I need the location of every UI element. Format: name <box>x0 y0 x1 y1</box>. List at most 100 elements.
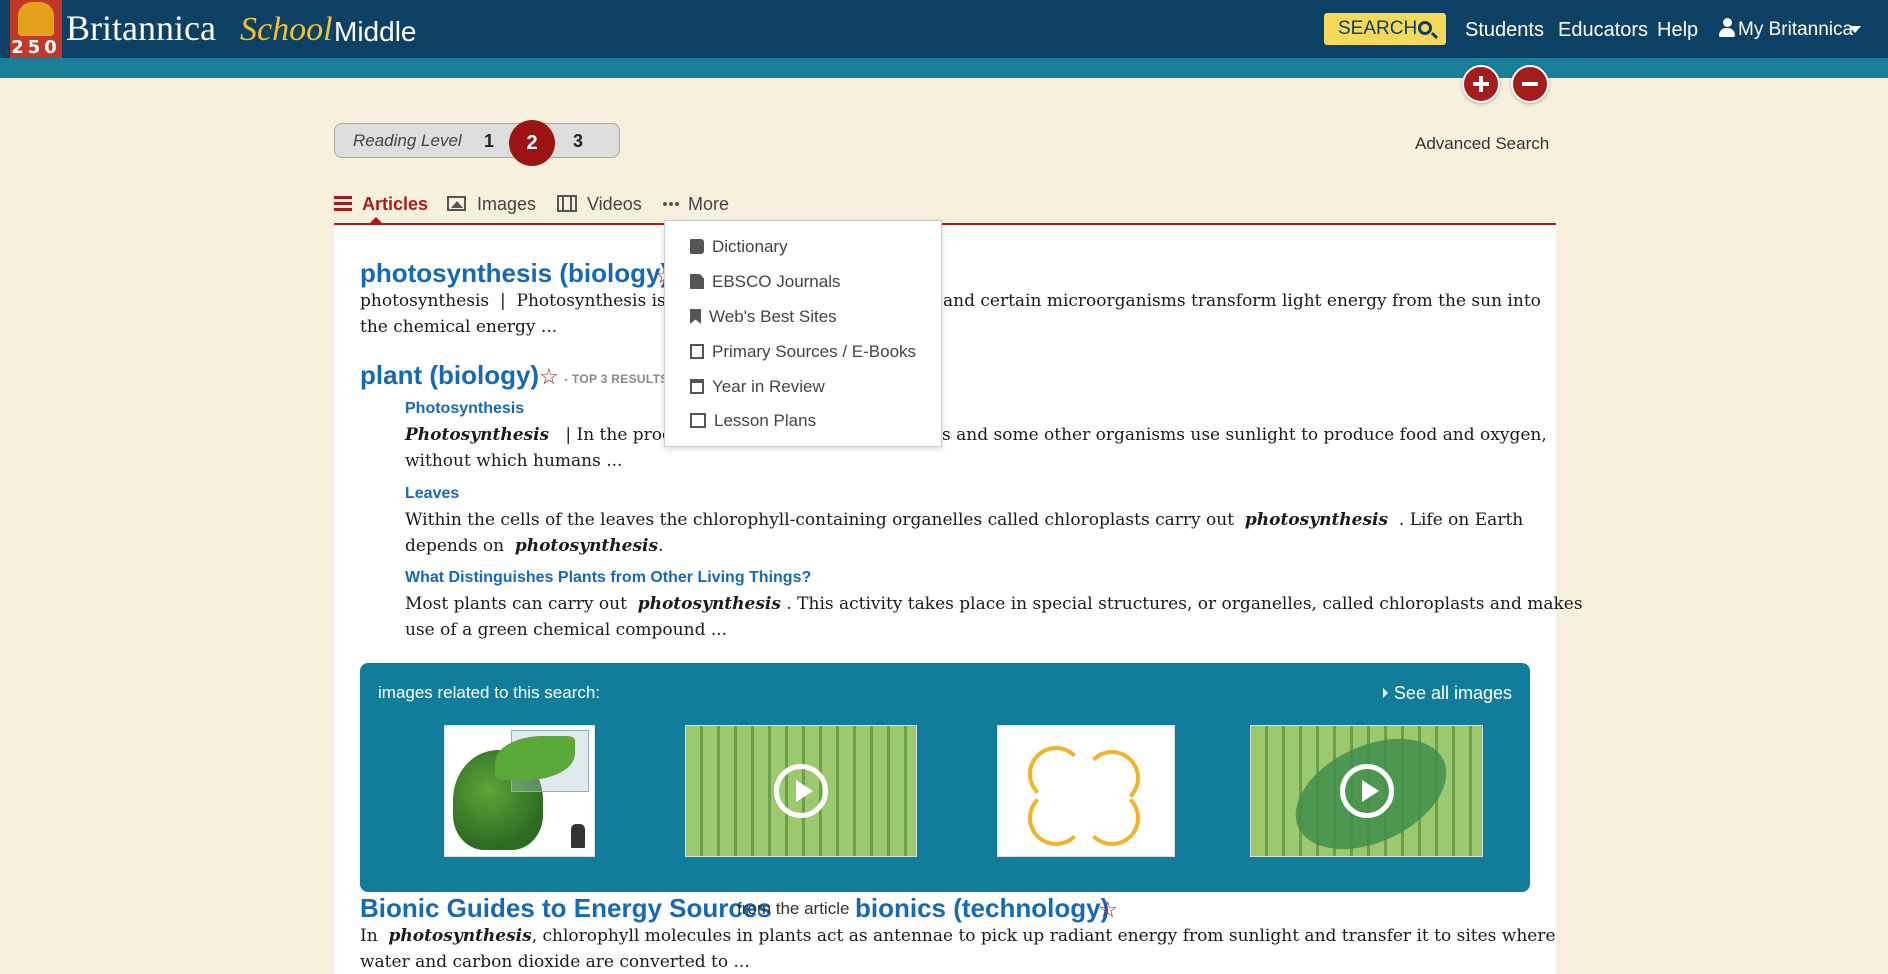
search-icon <box>1418 21 1432 35</box>
reading-level-selector: Reading Level 1 2 3 <box>334 120 620 166</box>
play-icon <box>1339 764 1394 818</box>
image-thumbnail-photosynthesis-diagram[interactable] <box>444 725 595 857</box>
tree-logo-icon <box>18 2 54 36</box>
menu-item-label: Year in Review <box>712 377 825 396</box>
snippet-text: depends on <box>405 536 505 556</box>
star-icon[interactable]: ☆ <box>1098 899 1118 921</box>
list-icon <box>334 196 352 212</box>
reading-level-2-selected[interactable]: 2 <box>509 120 555 166</box>
zoom-in-button[interactable] <box>1462 65 1500 103</box>
subresult-title-photosynthesis[interactable]: Photosynthesis <box>405 400 524 418</box>
people-silhouette <box>571 824 585 848</box>
lesson-plans-icon <box>690 413 706 428</box>
subresult-snippet-line-1: Photosynthesis | In the proces <box>405 422 690 448</box>
britannica-250-logo[interactable]: 250 <box>10 0 62 58</box>
nav-students[interactable]: Students <box>1465 17 1544 43</box>
result-title-photosynthesis[interactable]: photosynthesis (biology) <box>360 257 669 289</box>
video-thumbnail-leaf-cells[interactable] <box>685 725 917 857</box>
snippet-text: , chlorophyll molecules in plants act as… <box>531 926 1556 946</box>
menu-item-label: EBSCO Journals <box>712 272 841 291</box>
reading-level-3[interactable]: 3 <box>573 131 583 152</box>
header-accent-strip <box>0 58 1888 78</box>
tab-articles[interactable]: Articles <box>362 193 428 215</box>
edit-icon <box>690 344 704 359</box>
reading-level-label: Reading Level <box>353 131 462 150</box>
minus-icon <box>1522 82 1538 86</box>
menu-item-ebsco-journals[interactable]: EBSCO Journals <box>690 270 841 294</box>
top-results-note: - TOP 3 RESULTS. <box>564 372 673 386</box>
tab-videos[interactable]: Videos <box>587 193 642 215</box>
snippet-text: Within the cells of the leaves the chlor… <box>405 510 1235 530</box>
related-images-label: images related to this search: <box>378 683 601 702</box>
tab-images[interactable]: Images <box>477 193 536 215</box>
article-link-bionics[interactable]: bionics (technology) <box>855 892 1109 924</box>
cycle-arrow <box>1028 790 1084 846</box>
reading-level-1[interactable]: 1 <box>484 131 494 152</box>
subresult-leaves-line-1: Within the cells of the leaves the chlor… <box>405 507 1523 533</box>
menu-item-lesson-plans[interactable]: Lesson Plans <box>690 409 816 433</box>
result-snippet-line-2: the chemical energy ... <box>360 317 558 337</box>
related-images-panel: images related to this search: See all i… <box>360 663 1530 892</box>
subresult-title-plants-living-things[interactable]: What Distinguishes Plants from Other Liv… <box>405 569 811 587</box>
highlight-term: photosynthesis <box>1244 510 1389 530</box>
film-icon <box>557 195 577 212</box>
highlight-term: photosynthesis <box>514 536 659 556</box>
snippet-separator: | <box>499 291 506 311</box>
result-snippet-line-1b: and certain microorganisms transform lig… <box>943 291 1541 311</box>
search-button[interactable]: SEARCH <box>1324 13 1446 45</box>
document-icon <box>690 274 704 289</box>
snippet-text: . This activity takes place in special s… <box>786 594 1583 614</box>
tab-more[interactable]: More <box>688 193 729 215</box>
brand-name[interactable]: Britannica <box>66 8 216 48</box>
school-level: Middle <box>334 16 417 47</box>
bookmark-icon <box>690 309 701 324</box>
highlight-term: photosynthesis <box>388 926 532 946</box>
video-thumbnail-chloroplast[interactable] <box>1250 725 1483 857</box>
book-icon <box>690 239 704 254</box>
snippet-text: Most plants can carry out <box>405 594 627 614</box>
subresult-snippet-line-2: without which humans ... <box>405 451 623 471</box>
result-bionic-line-1: In photosynthesis, chlorophyll molecules… <box>360 923 1556 949</box>
image-thumbnail-calvin-cycle[interactable] <box>997 725 1175 857</box>
nav-my-britannica[interactable]: My Britannica <box>1738 17 1853 43</box>
from-the-article-label: from the article <box>737 899 850 918</box>
plus-icon-vertical <box>1479 76 1483 92</box>
menu-item-label: Primary Sources / E-Books <box>712 342 917 361</box>
chevron-down-icon[interactable] <box>1849 26 1861 33</box>
result-snippet-line-1: photosynthesis | Photosynthesis is <box>360 288 666 314</box>
brand-school[interactable]: School <box>240 10 333 50</box>
highlight-term: Photosynthesis <box>405 425 550 445</box>
nav-educators[interactable]: Educators <box>1558 17 1648 43</box>
user-icon <box>1719 18 1735 38</box>
menu-item-year-in-review[interactable]: Year in Review <box>690 375 825 399</box>
see-all-images-link[interactable]: See all images <box>1382 683 1512 704</box>
subresult-plants-line-2: use of a green chemical compound ... <box>405 620 728 640</box>
subresult-snippet-line-1b: s and some other organisms use sunlight … <box>942 425 1547 445</box>
search-button-label: SEARCH <box>1338 18 1418 39</box>
menu-item-webs-best-sites[interactable]: Web's Best Sites <box>690 305 837 329</box>
play-icon <box>774 764 828 818</box>
subresult-title-leaves[interactable]: Leaves <box>405 485 459 503</box>
nav-help[interactable]: Help <box>1657 17 1698 43</box>
subresult-leaves-line-2: depends on photosynthesis. <box>405 533 663 559</box>
highlight-term: photosynthesis <box>637 594 781 614</box>
menu-item-primary-sources[interactable]: Primary Sources / E-Books <box>690 340 916 364</box>
snippet-prefix: photosynthesis <box>360 291 490 311</box>
snippet-text: . Life on Earth <box>1398 510 1524 530</box>
result-bionic-line-2: water and carbon dioxide are converted t… <box>360 952 750 972</box>
caret-right-icon <box>1382 688 1388 698</box>
snippet-text: . <box>658 536 664 556</box>
snippet-text: Photosynthesis is <box>516 291 666 311</box>
star-icon[interactable]: ☆ <box>539 366 559 388</box>
zoom-out-button[interactable] <box>1511 65 1549 103</box>
result-title-bionic-guides[interactable]: Bionic Guides to Energy Sources <box>360 892 772 924</box>
menu-item-dictionary[interactable]: Dictionary <box>690 235 788 259</box>
result-title-plant[interactable]: plant (biology) <box>360 359 539 391</box>
advanced-search-link[interactable]: Advanced Search <box>1415 134 1549 154</box>
menu-item-label: Web's Best Sites <box>709 307 837 326</box>
image-icon <box>447 196 466 211</box>
dots-icon <box>663 202 679 206</box>
see-all-label: See all images <box>1393 683 1512 703</box>
more-dropdown-menu: Dictionary EBSCO Journals Web's Best Sit… <box>664 220 942 447</box>
calendar-icon <box>690 379 704 394</box>
